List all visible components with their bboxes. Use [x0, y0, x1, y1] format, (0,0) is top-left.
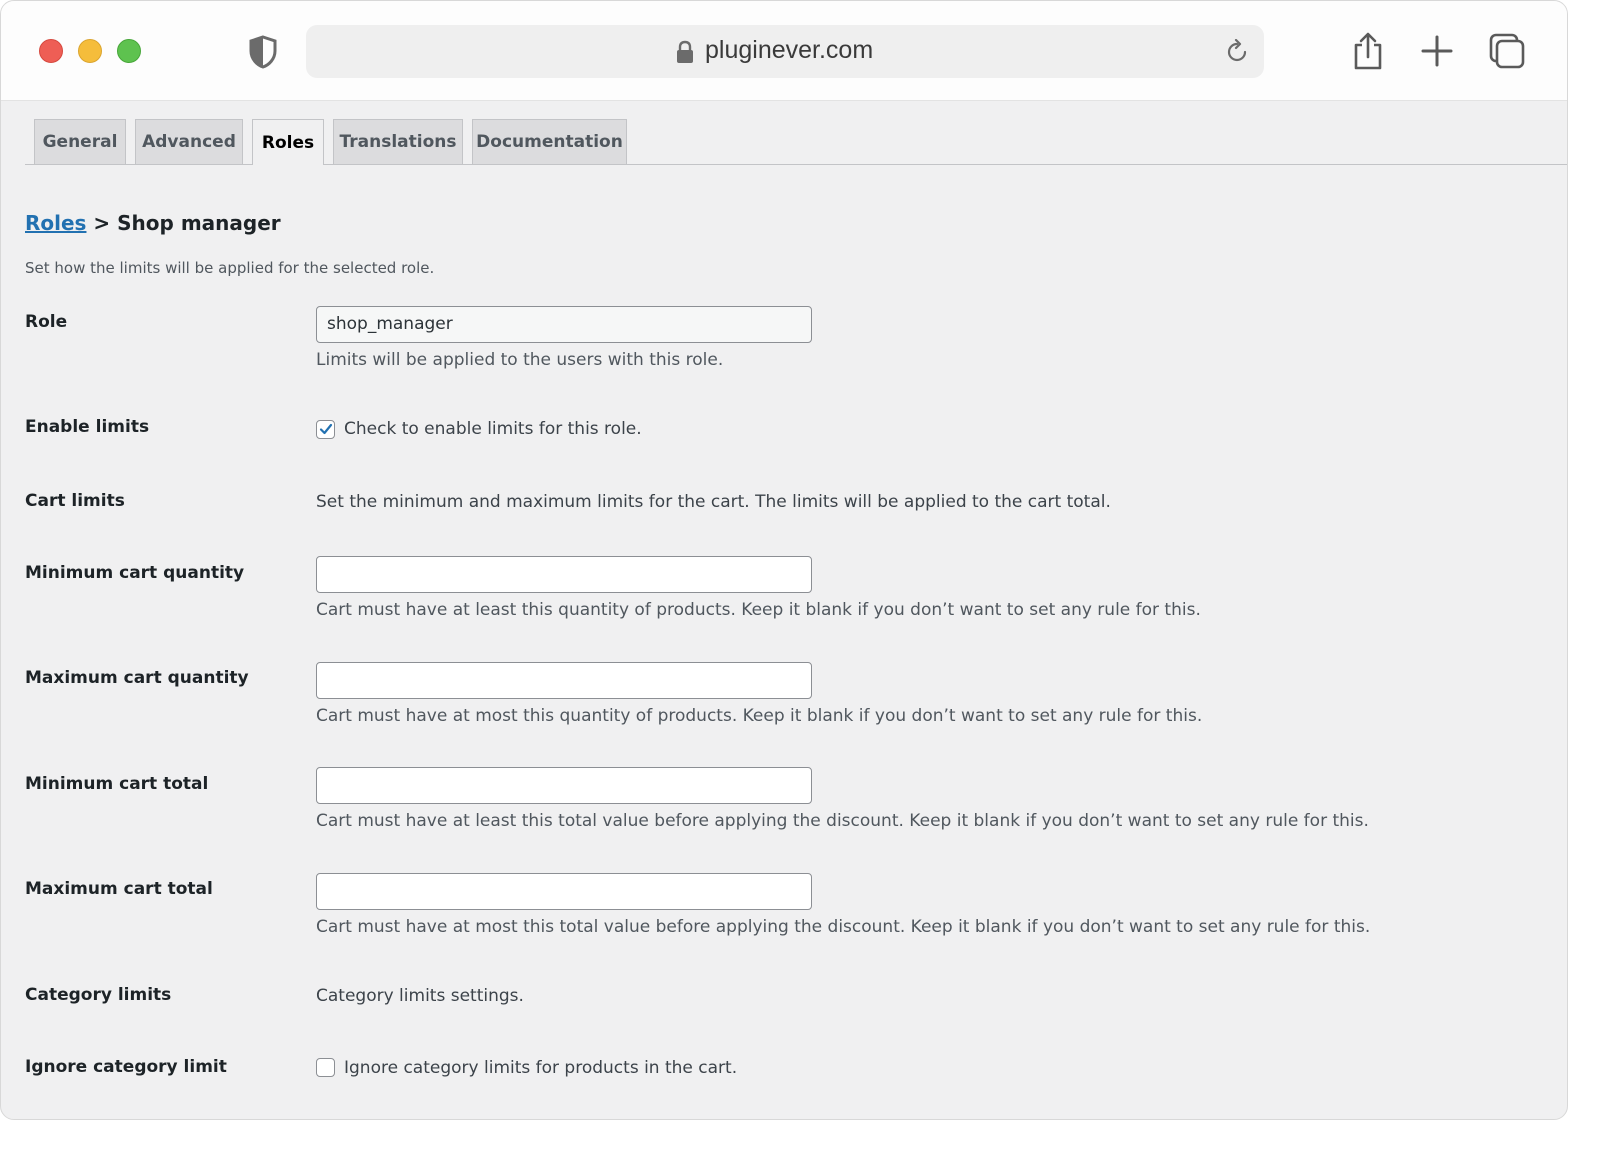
max-cart-total-help: Cart must have at most this total value … [316, 917, 1371, 937]
cart-limits-label: Cart limits [25, 491, 125, 511]
ignore-category-checkbox[interactable] [316, 1058, 335, 1077]
zoom-icon[interactable] [117, 39, 141, 63]
min-cart-qty-label: Minimum cart quantity [25, 563, 245, 583]
min-cart-total-field[interactable] [316, 767, 812, 804]
privacy-shield-icon[interactable] [247, 35, 279, 69]
tab-translations[interactable]: Translations [333, 119, 463, 164]
max-cart-qty-label: Maximum cart quantity [25, 668, 249, 688]
tab-advanced[interactable]: Advanced [135, 119, 243, 164]
browser-toolbar: pluginever.com [1, 1, 1567, 101]
enable-limits-checkbox[interactable] [316, 420, 335, 439]
max-cart-total-field[interactable] [316, 873, 812, 910]
reload-icon[interactable] [1224, 39, 1250, 65]
role-field[interactable]: shop_manager [316, 306, 812, 343]
tab-general[interactable]: General [34, 119, 126, 164]
checkmark-icon [319, 423, 333, 435]
section-description: Set how the limits will be applied for t… [25, 259, 435, 277]
minimize-icon[interactable] [78, 39, 102, 63]
enable-limits-text: Check to enable limits for this role. [344, 419, 642, 439]
min-cart-qty-field[interactable] [316, 556, 812, 593]
share-icon[interactable] [1348, 31, 1388, 71]
address-bar[interactable]: pluginever.com [306, 25, 1264, 78]
cart-limits-description: Set the minimum and maximum limits for t… [316, 492, 1111, 512]
breadcrumb: Roles > Shop manager [25, 211, 281, 235]
role-help: Limits will be applied to the users with… [316, 350, 724, 370]
settings-tabs: General Advanced Roles Translations Docu… [1, 119, 1567, 165]
ignore-category-label: Ignore category limit [25, 1057, 227, 1077]
breadcrumb-separator: > [86, 211, 118, 235]
max-cart-qty-help: Cart must have at most this quantity of … [316, 706, 1203, 726]
max-cart-total-label: Maximum cart total [25, 879, 213, 899]
breadcrumb-roles-link[interactable]: Roles [25, 211, 86, 235]
category-limits-label: Category limits [25, 985, 172, 1005]
max-cart-qty-field[interactable] [316, 662, 812, 699]
min-cart-qty-help: Cart must have at least this quantity of… [316, 600, 1201, 620]
new-tab-icon[interactable] [1417, 31, 1457, 71]
lock-icon [677, 40, 693, 63]
role-label: Role [25, 312, 68, 332]
close-window-icon[interactable] [39, 39, 63, 63]
breadcrumb-current: Shop manager [117, 211, 281, 235]
tab-roles[interactable]: Roles [252, 119, 324, 165]
url-text: pluginever.com [705, 36, 874, 64]
min-cart-total-label: Minimum cart total [25, 774, 209, 794]
tab-documentation[interactable]: Documentation [472, 119, 627, 164]
enable-limits-label: Enable limits [25, 417, 150, 437]
browser-window: pluginever.com General Advanced Roles Tr… [0, 0, 1568, 1120]
category-limits-description: Category limits settings. [316, 986, 524, 1006]
min-cart-total-help: Cart must have at least this total value… [316, 811, 1369, 831]
ignore-category-text: Ignore category limits for products in t… [344, 1058, 738, 1078]
tab-overview-icon[interactable] [1487, 31, 1527, 71]
